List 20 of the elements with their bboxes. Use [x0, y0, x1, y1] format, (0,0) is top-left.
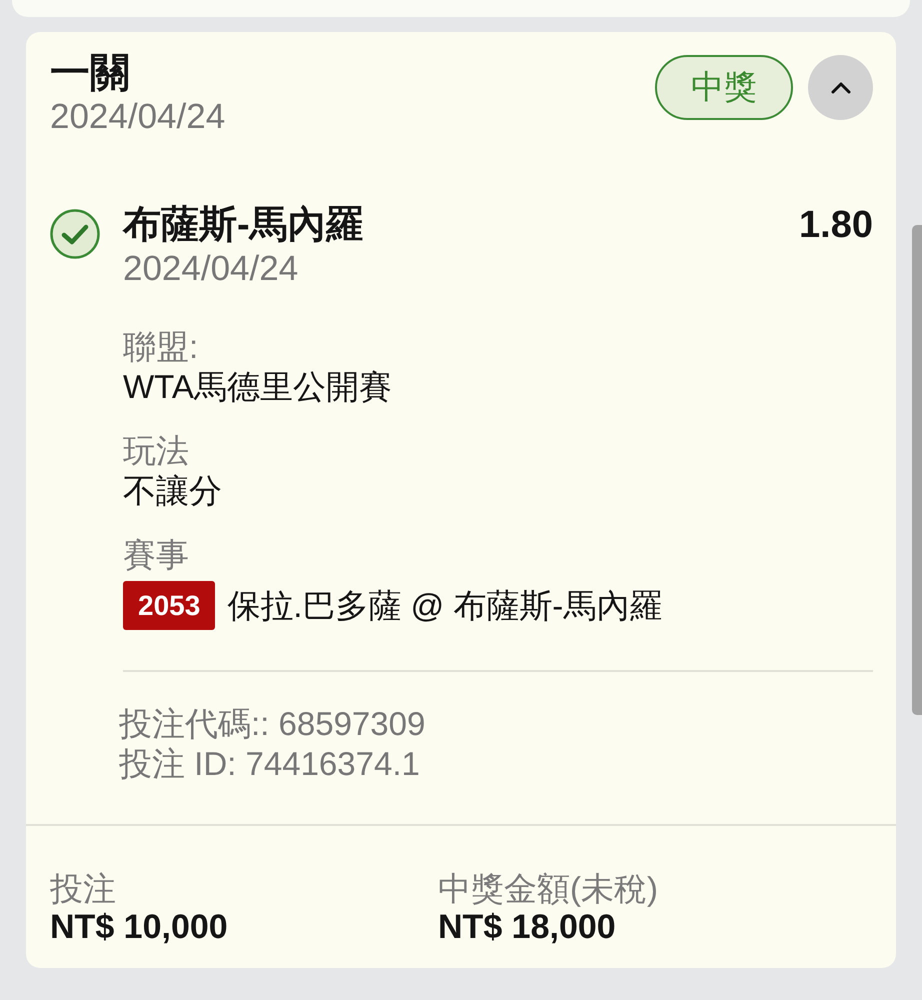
- amount-label: 投注: [50, 870, 116, 908]
- bet-id: 投注 ID: 74416374.1: [119, 744, 420, 784]
- odds-value: 1.80: [799, 203, 873, 247]
- detail-value: WTA馬德里公開賽: [123, 367, 392, 407]
- bet-type-title: 一關: [50, 51, 130, 95]
- event-code-badge: 2053: [123, 581, 216, 630]
- amount-value: NT$ 10,000: [50, 908, 228, 946]
- match-name: 保拉.巴多薩 @ 布薩斯-馬內羅: [227, 586, 662, 626]
- scrollbar-thumb[interactable]: [912, 225, 922, 715]
- status-badge: 中獎: [655, 55, 793, 120]
- detail-label: 玩法: [123, 431, 189, 471]
- amount-value: NT$ 18,000: [438, 908, 616, 946]
- amount-label: 中獎金額(未稅): [438, 870, 658, 908]
- bet-date: 2024/04/24: [50, 96, 226, 138]
- selection-date: 2024/04/24: [123, 248, 298, 290]
- detail-label: 賽事: [123, 535, 189, 575]
- selection-name: 布薩斯-馬內羅: [123, 203, 364, 247]
- bet-code: 投注代碼:: 68597309: [119, 704, 426, 744]
- detail-value: 不讓分: [123, 471, 222, 511]
- detail-label: 聯盟:: [123, 327, 198, 367]
